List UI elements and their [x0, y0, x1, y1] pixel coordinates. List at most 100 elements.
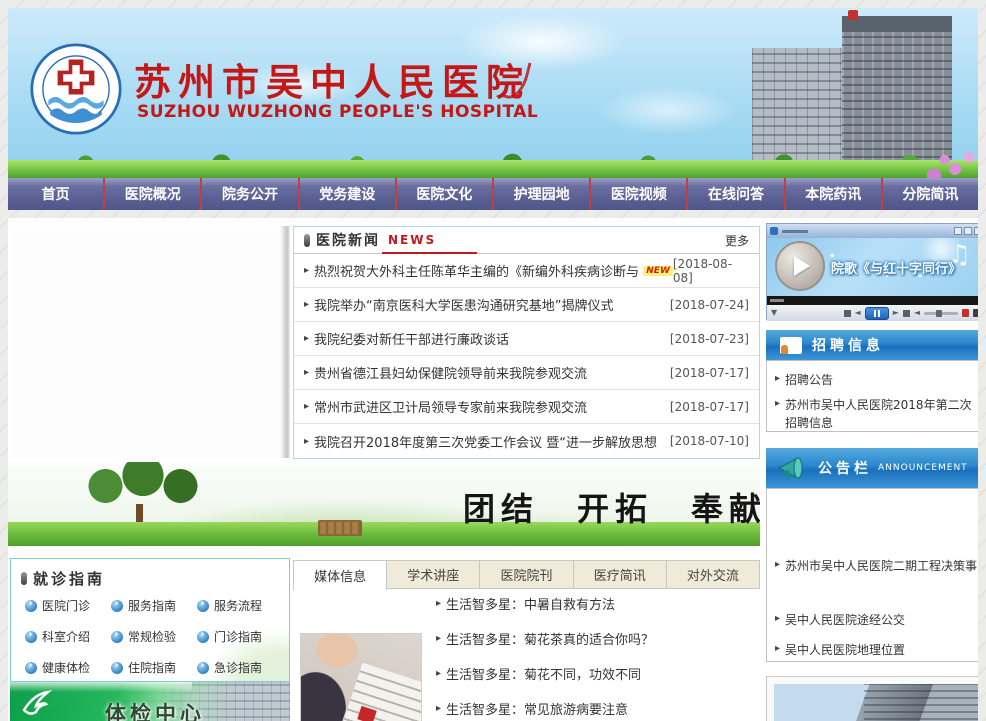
banner-bench [318, 520, 362, 536]
guide-link-departments[interactable]: 科室介绍 [25, 628, 111, 645]
tab-media-info[interactable]: 媒体信息 [293, 560, 387, 590]
media-link[interactable]: 生活智多星：菊花茶真的适合你吗？ [446, 629, 654, 648]
recruitment-link[interactable]: 招聘公告 [785, 371, 833, 390]
arrow-bullet-icon: ▸ [304, 265, 309, 276]
checkup-center-banner[interactable]: 体检中心 [10, 682, 290, 721]
media-link[interactable]: 生活智多星：中暑自救有方法 [446, 594, 615, 613]
guide-link-routine-tests[interactable]: 常规检验 [111, 628, 197, 645]
news-link[interactable]: 常州市武进区卫计局领导专家前来我院参观交流 [314, 397, 587, 416]
guide-link-service-guide[interactable]: 服务指南 [111, 597, 197, 614]
news-row: ▸ 我院召开2018年度第三次党委工作会议 暨“进一步解放思想 [2018-07… [294, 424, 759, 458]
tab-medical-briefs[interactable]: 医疗简讯 [574, 560, 667, 588]
section-bullet-icon [21, 572, 27, 585]
news-panel: 医院新闻 NEWS 更多 ▸ 热烈祝贺大外科主任陈革华主编的《新编外科疾病诊断与… [293, 226, 760, 459]
tab-hospital-journal[interactable]: 医院院刊 [480, 560, 573, 588]
nav-item-overview[interactable]: 医院概况 [103, 178, 200, 210]
close-icon[interactable] [974, 227, 978, 235]
announcement-header[interactable]: 公告栏 ANNOUNCEMENT [766, 448, 978, 488]
volume-icon[interactable]: ◄ [914, 309, 920, 317]
image-slider-placeholder[interactable] [10, 226, 288, 458]
player-video-area[interactable]: ♫ ♪ 院歌《与红十字同行》 [767, 238, 978, 296]
announcement-link[interactable]: 吴中人民医院途经公交 [785, 611, 905, 630]
recruitment-header[interactable]: 招聘信息 [766, 330, 978, 360]
guide-link-emergency-guide[interactable]: 急诊指南 [197, 659, 283, 676]
stop-icon[interactable] [844, 310, 851, 317]
slogan-text: 团结 开拓 奉献 [463, 484, 760, 530]
nav-item-videos[interactable]: 医院视频 [589, 178, 686, 210]
player-title-text [782, 230, 808, 233]
recruitment-link[interactable]: 苏州市吴中人民医院2018年第二次招聘信息 [785, 396, 977, 433]
nav-item-pharmacy-news[interactable]: 本院药讯 [784, 178, 881, 210]
announcement-link[interactable]: 吴中人民医院地理位置 [785, 641, 905, 660]
tab-external-exchange[interactable]: 对外交流 [667, 560, 760, 588]
news-date: [2018-07-24] [670, 298, 749, 312]
nav-item-branch-news[interactable]: 分院简讯 [881, 178, 978, 210]
recruitment-title: 招聘信息 [812, 335, 884, 355]
media-list-item: ▸ 生活智多星：常见旅游病要注意 [436, 699, 628, 717]
arrow-bullet-icon: ▸ [304, 436, 309, 447]
media-list-item: ▸ 生活智多星：菊花不同，功效不同 [436, 664, 641, 682]
player-app-icon [770, 227, 778, 235]
media-thumbnail-image[interactable] [300, 633, 422, 721]
orb-bullet-icon [197, 662, 209, 674]
orb-bullet-icon [111, 631, 123, 643]
news-date: [2018-07-17] [670, 400, 749, 414]
news-more-link[interactable]: 更多 [725, 232, 749, 249]
announcement-item: ▸ 吴中人民医院地理位置 [775, 641, 978, 660]
building-roof [842, 16, 952, 32]
nav-item-home[interactable]: 首页 [8, 178, 103, 210]
next-icon[interactable]: ► [893, 309, 899, 317]
volume-slider[interactable] [924, 312, 958, 315]
nav-item-online-qa[interactable]: 在线问答 [686, 178, 783, 210]
guide-link-health-checkup[interactable]: 健康体检 [25, 659, 111, 676]
guide-link-outpatient[interactable]: 医院门诊 [25, 597, 111, 614]
player-controls: ▼ ◄ ► ◄ [767, 305, 978, 321]
dropdown-icon[interactable]: ▼ [771, 309, 777, 317]
nav-item-nursing[interactable]: 护理园地 [492, 178, 589, 210]
maximize-icon[interactable] [964, 227, 972, 235]
news-title: 医院新闻 [316, 230, 380, 250]
recruitment-photo-icon [780, 337, 802, 354]
record-icon[interactable] [962, 309, 969, 317]
news-date: [2018-07-17] [670, 366, 749, 380]
media-link[interactable]: 生活智多星：菊花不同，功效不同 [446, 664, 641, 683]
player-status-text [770, 299, 784, 302]
guide-link-inpatient-guide[interactable]: 住院指南 [111, 659, 197, 676]
news-link[interactable]: 我院纪委对新任干部进行廉政谈话 [314, 329, 509, 348]
hospital-intro-panel[interactable]: 医院简介 [766, 676, 978, 721]
arrow-bullet-icon: ▸ [304, 367, 309, 378]
arrow-bullet-icon: ▸ [436, 633, 441, 644]
news-link[interactable]: 贵州省德江县妇幼保健院领导前来我院参观交流 [314, 363, 587, 382]
nav-item-public-affairs[interactable]: 院务公开 [200, 178, 297, 210]
play-button[interactable] [775, 241, 825, 291]
news-link[interactable]: 我院举办“南京医科大学医患沟通研究基地”揭牌仪式 [314, 295, 613, 314]
guide-link-service-flow[interactable]: 服务流程 [197, 597, 283, 614]
news-link[interactable]: 我院召开2018年度第三次党委工作会议 暨“进一步解放思想 [314, 432, 657, 451]
visit-guide-panel: 就诊指南 医院门诊 服务指南 服务流程 科室介绍 常规检验 门诊指南 健康体检 … [10, 558, 290, 682]
announcement-title-en: ANNOUNCEMENT [878, 463, 968, 473]
news-row: ▸ 我院纪委对新任干部进行廉政谈话 [2018-07-23] [294, 322, 759, 356]
announcement-megaphone-icon [776, 455, 810, 481]
playlist-icon[interactable] [903, 310, 910, 317]
arrow-bullet-icon: ▸ [436, 598, 441, 609]
previous-icon[interactable]: ◄ [855, 309, 861, 317]
guide-link-outpatient-guide[interactable]: 门诊指南 [197, 628, 283, 645]
minimize-icon[interactable] [954, 227, 962, 235]
volume-knob[interactable] [936, 310, 942, 317]
recruitment-item: ▸ 苏州市吴中人民医院2018年第二次招聘信息 [775, 396, 977, 433]
news-link[interactable]: 热烈祝贺大外科主任陈革华主编的《新编外科疾病诊断与治 [314, 261, 639, 280]
tab-academic-lectures[interactable]: 学术讲座 [387, 560, 480, 588]
media-link[interactable]: 生活智多星：常见旅游病要注意 [446, 699, 628, 718]
arrow-bullet-icon: ▸ [775, 643, 780, 660]
news-row: ▸ 贵州省德江县妇幼保健院领导前来我院参观交流 [2018-07-17] [294, 356, 759, 390]
pause-button[interactable] [865, 307, 889, 320]
hospital-logo-icon [30, 43, 122, 135]
arrow-bullet-icon: ▸ [436, 703, 441, 714]
visit-guide-title: 就诊指南 [33, 568, 105, 589]
news-header: 医院新闻 NEWS 更多 [294, 227, 759, 254]
settings-icon[interactable] [973, 309, 978, 317]
nav-item-party-building[interactable]: 党务建设 [298, 178, 395, 210]
nav-item-culture[interactable]: 医院文化 [395, 178, 492, 210]
announcement-link[interactable]: 苏州市吴中人民医院二期工程决策事 [785, 557, 977, 576]
site-header: 苏州市吴中人民医院 SUZHOU WUZHONG PEOPLE'S HOSPIT… [8, 8, 978, 178]
